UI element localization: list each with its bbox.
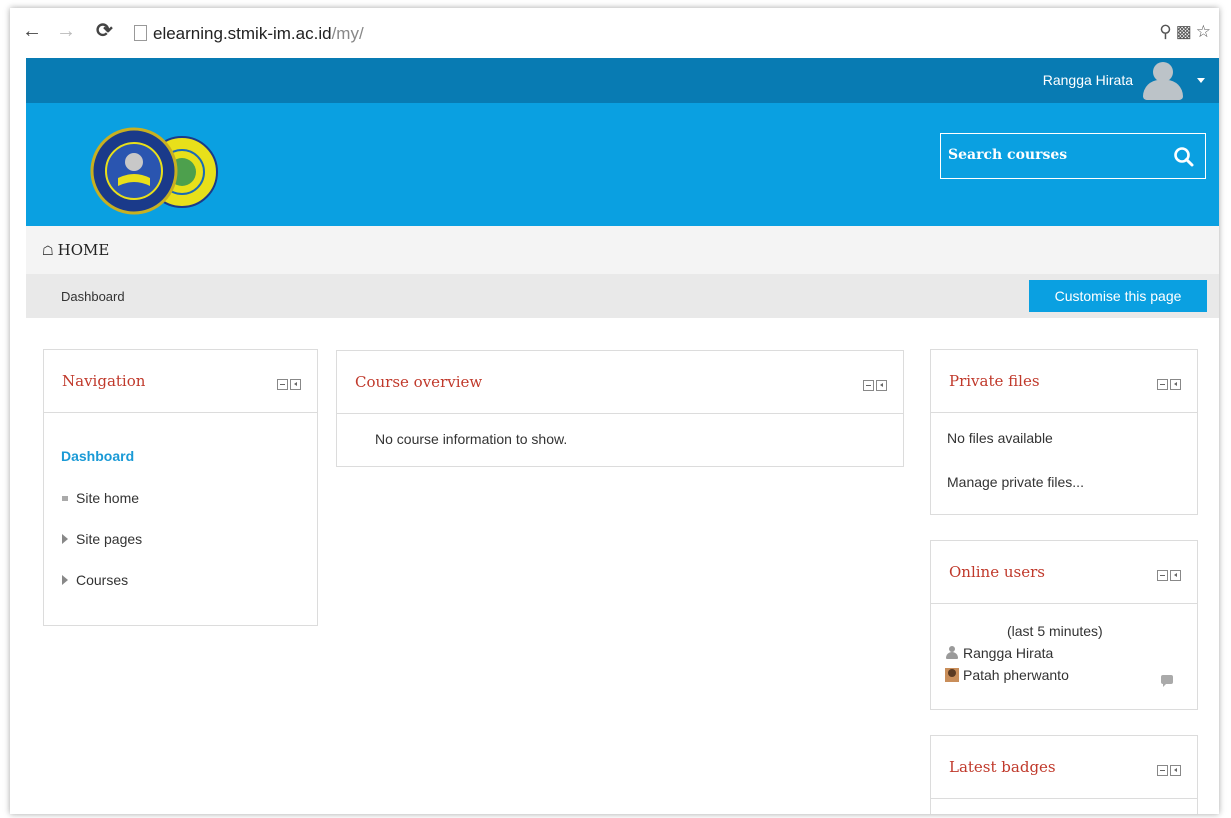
navigation-block: Navigation Dashboard Site home Site page… [43, 349, 318, 626]
block-controls [275, 377, 301, 395]
course-overview-title: Course overview [355, 373, 483, 391]
course-overview-empty: No course information to show. [375, 431, 568, 447]
site-logo[interactable] [82, 126, 232, 218]
browser-actions: ⚲▩☆ [1159, 22, 1215, 42]
breadcrumb-bar: Dashboard Customise this page [26, 274, 1219, 318]
page-header: Search courses [26, 103, 1219, 226]
block-controls [1155, 763, 1181, 781]
online-period: (last 5 minutes) [1007, 623, 1103, 639]
collapse-block-icon[interactable] [277, 379, 288, 390]
page-icon [134, 25, 147, 41]
private-files-title: Private files [949, 372, 1040, 390]
key-icon[interactable]: ⚲ [1159, 22, 1175, 41]
address-bar[interactable]: elearning.stmik-im.ac.id/my/ [134, 24, 1204, 46]
browser-window: ← → ⟳ elearning.stmik-im.ac.id/my/ ⚲▩☆ R… [10, 8, 1219, 814]
breadcrumb-dashboard[interactable]: Dashboard [61, 289, 125, 304]
back-arrow-icon[interactable]: ← [22, 21, 42, 41]
search-icon[interactable] [1173, 146, 1195, 168]
custom-menu-bar: ☖ HOME [26, 226, 1219, 274]
user-photo-icon [945, 668, 959, 682]
bookmark-star-icon[interactable]: ☆ [1196, 22, 1215, 41]
nav-item-site-pages[interactable]: Site pages [62, 531, 142, 547]
customise-page-button[interactable]: Customise this page [1029, 280, 1207, 312]
latest-badges-title: Latest badges [949, 758, 1056, 776]
course-overview-header: Course overview [337, 351, 903, 414]
search-placeholder: Search courses [948, 147, 1068, 163]
online-users-block: Online users (last 5 minutes) Rangga Hir… [930, 540, 1198, 710]
collapse-block-icon[interactable] [863, 380, 874, 391]
collapse-block-icon[interactable] [1157, 570, 1168, 581]
dock-block-icon[interactable] [1170, 765, 1181, 776]
collapse-block-icon[interactable] [1157, 765, 1168, 776]
collapse-block-icon[interactable] [1157, 379, 1168, 390]
online-users-header: Online users [931, 541, 1197, 604]
nav-item-label: Site pages [76, 531, 143, 547]
nav-item-label: Site home [76, 490, 140, 506]
navigation-block-header: Navigation [44, 350, 317, 413]
url-path: /my/ [331, 24, 364, 43]
top-navbar: Rangga Hirata [26, 58, 1219, 103]
manage-private-files-link[interactable]: Manage private files... [947, 474, 1084, 490]
expand-arrow-icon [62, 534, 68, 544]
user-menu-name[interactable]: Rangga Hirata [1043, 72, 1133, 88]
online-user-name: Rangga Hirata [963, 645, 1054, 661]
navigation-title: Navigation [62, 372, 146, 390]
home-label: HOME [57, 241, 110, 259]
dock-block-icon[interactable] [1170, 570, 1181, 581]
user-menu-caret-icon[interactable] [1197, 78, 1205, 83]
online-user-name: Patah pherwanto [963, 667, 1069, 683]
block-controls [1155, 568, 1181, 586]
private-files-block: Private files No files available Manage … [930, 349, 1198, 515]
nav-item-courses[interactable]: Courses [62, 572, 128, 588]
user-avatar-icon[interactable] [1141, 62, 1183, 100]
block-controls [1155, 377, 1181, 395]
forward-arrow-icon[interactable]: → [56, 21, 76, 41]
private-files-header: Private files [931, 350, 1197, 413]
online-users-title: Online users [949, 563, 1045, 581]
nav-item-site-home[interactable]: Site home [62, 490, 139, 506]
home-link[interactable]: ☖ HOME [42, 241, 109, 259]
nav-item-label: Courses [76, 572, 129, 588]
browser-toolbar: ← → ⟳ elearning.stmik-im.ac.id/my/ ⚲▩☆ [10, 8, 1219, 58]
block-controls [861, 378, 887, 396]
home-icon: ☖ [42, 244, 54, 259]
online-user-item[interactable]: Rangga Hirata [945, 645, 1053, 661]
reload-icon[interactable]: ⟳ [96, 21, 113, 41]
dock-block-icon[interactable] [876, 380, 887, 391]
bullet-icon [62, 496, 68, 501]
expand-arrow-icon [62, 575, 68, 585]
dock-block-icon[interactable] [1170, 379, 1181, 390]
message-icon[interactable] [1161, 675, 1173, 687]
translate-icon[interactable]: ▩ [1176, 22, 1196, 41]
user-default-icon [945, 646, 959, 660]
latest-badges-block: Latest badges [930, 735, 1198, 814]
search-courses-input[interactable]: Search courses [940, 133, 1206, 179]
course-overview-block: Course overview No course information to… [336, 350, 904, 467]
no-files-text: No files available [947, 430, 1053, 446]
nav-dashboard-link[interactable]: Dashboard [61, 448, 134, 464]
url-host: elearning.stmik-im.ac.id [153, 24, 332, 43]
dock-block-icon[interactable] [290, 379, 301, 390]
online-user-item[interactable]: Patah pherwanto [945, 667, 1069, 683]
latest-badges-header: Latest badges [931, 736, 1197, 799]
